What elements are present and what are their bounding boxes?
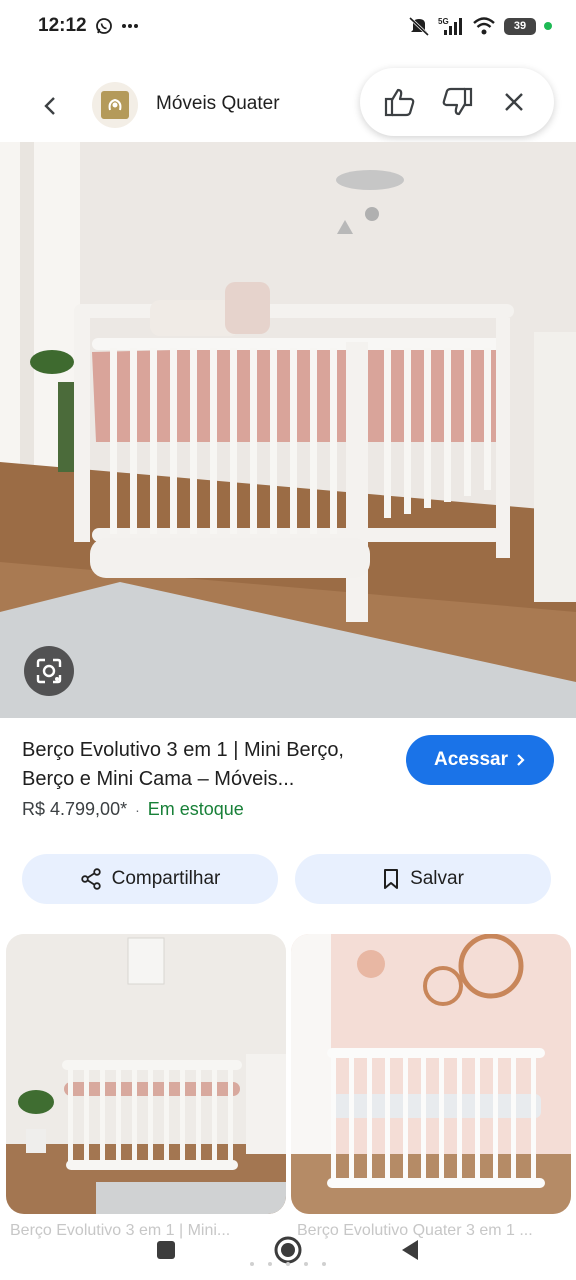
related-image-1 bbox=[6, 934, 286, 1214]
lens-button[interactable] bbox=[24, 646, 74, 696]
share-button[interactable]: Compartilhar bbox=[22, 854, 278, 904]
status-bar: 12:12 5G 39 bbox=[0, 0, 576, 52]
logo-icon bbox=[101, 91, 129, 119]
privacy-indicator bbox=[544, 22, 552, 30]
stock-status: Em estoque bbox=[147, 799, 244, 819]
save-button[interactable]: Salvar bbox=[295, 854, 551, 904]
bookmark-icon bbox=[384, 869, 399, 889]
feedback-pill bbox=[360, 68, 554, 136]
wifi-icon bbox=[472, 16, 496, 36]
site-logo[interactable] bbox=[92, 82, 138, 128]
thumbs-down-icon bbox=[442, 87, 473, 116]
close-button[interactable] bbox=[492, 80, 536, 124]
crib-photo bbox=[0, 142, 576, 718]
product-title-line1: Berço Evolutivo 3 em 1 | Mini Berço, bbox=[22, 739, 344, 761]
product-title-line2: Berço e Mini Cama – Móveis... bbox=[22, 768, 295, 790]
related-card-1[interactable] bbox=[6, 934, 286, 1214]
save-label: Salvar bbox=[410, 868, 464, 889]
product-image[interactable] bbox=[0, 142, 576, 718]
close-icon bbox=[504, 93, 523, 111]
chevron-right-icon bbox=[517, 754, 525, 766]
top-bar: Móveis Quater bbox=[0, 66, 576, 142]
gesture-dots bbox=[250, 1262, 326, 1266]
google-lens-icon bbox=[36, 658, 62, 684]
price-row: R$ 4.799,00* · Em estoque bbox=[22, 799, 244, 820]
related-image-2 bbox=[291, 934, 571, 1214]
mute-icon bbox=[408, 16, 430, 36]
chevron-left-icon bbox=[44, 97, 55, 115]
site-name[interactable]: Móveis Quater bbox=[156, 93, 280, 115]
navigation-bar bbox=[0, 1220, 576, 1280]
more-notifications-icon bbox=[121, 23, 139, 29]
square-icon bbox=[157, 1241, 175, 1259]
price-separator: · bbox=[135, 801, 140, 818]
recents-button[interactable] bbox=[146, 1230, 186, 1270]
triangle-back-icon bbox=[402, 1240, 418, 1260]
thumbs-down-button[interactable] bbox=[435, 80, 479, 124]
status-time: 12:12 bbox=[38, 15, 87, 36]
thumbs-up-icon bbox=[385, 88, 415, 117]
back-button[interactable] bbox=[32, 88, 68, 124]
visit-label: Acessar bbox=[434, 749, 508, 770]
network-label: 5G bbox=[438, 17, 449, 26]
share-icon bbox=[80, 868, 101, 890]
product-title[interactable]: Berço Evolutivo 3 em 1 | Mini Berço, Ber… bbox=[22, 736, 392, 794]
thumbs-up-button[interactable] bbox=[378, 80, 422, 124]
home-circle-icon bbox=[274, 1236, 302, 1264]
share-label: Compartilhar bbox=[111, 868, 221, 889]
visit-button[interactable]: Acessar bbox=[406, 735, 554, 785]
product-price: R$ 4.799,00* bbox=[22, 799, 128, 819]
back-nav-button[interactable] bbox=[390, 1230, 430, 1270]
whatsapp-icon bbox=[95, 17, 113, 35]
signal-icon: 5G bbox=[438, 16, 464, 36]
battery-icon: 39 bbox=[504, 17, 536, 35]
related-card-2[interactable] bbox=[291, 934, 571, 1214]
